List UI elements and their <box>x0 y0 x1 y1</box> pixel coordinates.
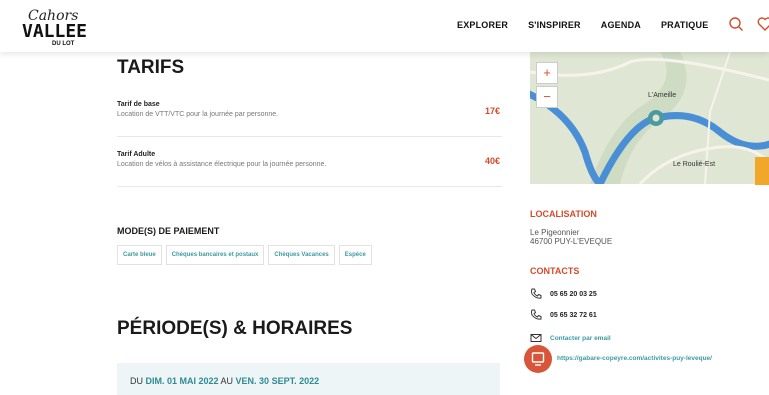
contact-email[interactable]: Contacter par email <box>530 332 611 344</box>
nav-pratique[interactable]: PRATIQUE <box>661 20 708 30</box>
tarif-row: Tarif de base Location de VTT/VTC pour l… <box>117 101 502 137</box>
period-text: DU DIM. 01 MAI 2022 AU VEN. 30 SEPT. 202… <box>130 376 319 386</box>
map-side-tab[interactable] <box>755 157 769 185</box>
payment-methods: Carte bleue Chèques bancaires et postaux… <box>117 245 376 265</box>
nav-sinspirer[interactable]: S'INSPIRER <box>528 20 581 30</box>
search-icon[interactable] <box>728 16 744 32</box>
tarif-desc: Location de vélos à assistance électriqu… <box>117 161 327 168</box>
address-line-2: 46700 PUY-L'EVEQUE <box>530 237 613 246</box>
monitor-icon <box>531 352 545 366</box>
nav-agenda[interactable]: AGENDA <box>601 20 641 30</box>
location-map[interactable]: L'Ameille Le Roulié-Est <box>530 52 769 184</box>
map-zoom-out-button[interactable]: − <box>536 86 558 108</box>
contact-phone-1[interactable]: 05 65 20 03 25 <box>530 288 597 300</box>
tarif-name: Tarif de base <box>117 101 160 108</box>
nav-explorer[interactable]: EXPLORER <box>457 20 508 30</box>
heart-icon[interactable] <box>757 16 769 32</box>
logo[interactable]: Cahors VALLEE DU LOT <box>22 8 102 48</box>
period-end-date: VEN. 30 SEPT. 2022 <box>235 376 320 386</box>
mail-icon <box>530 334 542 342</box>
payment-badge-cheques-bancaires: Chèques bancaires et postaux <box>165 245 265 265</box>
periods-title: PÉRIODE(S) & HORAIRES <box>117 318 353 339</box>
contact-phone-2[interactable]: 05 65 32 72 61 <box>530 309 597 321</box>
tarif-price: 40€ <box>484 156 500 166</box>
period-prefix: DU <box>130 376 146 386</box>
payment-badge-carte-bleue: Carte bleue <box>117 245 162 265</box>
tarif-price: 17€ <box>484 106 500 116</box>
phone-number[interactable]: 05 65 32 72 61 <box>550 312 597 319</box>
map-label-roulie-est: Le Roulié-Est <box>673 161 715 168</box>
map-marker-center <box>652 114 660 122</box>
address-line-1: Le Pigeonnier <box>530 228 580 237</box>
payment-title: MODE(S) DE PAIEMENT <box>117 226 220 236</box>
phone-number[interactable]: 05 65 20 03 25 <box>550 291 597 298</box>
map-label-lameille: L'Ameille <box>648 92 676 99</box>
email-link[interactable]: Contacter par email <box>550 335 611 342</box>
period-box: DU DIM. 01 MAI 2022 AU VEN. 30 SEPT. 202… <box>117 363 500 395</box>
payment-badge-cheques-vacances: Chèques Vacances <box>268 245 335 265</box>
tarifs-title: TARIFS <box>117 57 185 78</box>
payment-badge-espece: Espèce <box>338 245 372 265</box>
phone-icon <box>531 309 542 320</box>
logo-line-3: DU LOT <box>52 41 75 47</box>
logo-line-2: VALLEE <box>22 21 88 42</box>
tarif-desc: Location de VTT/VTC pour la journée par … <box>117 111 279 118</box>
phone-icon <box>531 288 542 299</box>
tarif-row: Tarif Adulte Location de vélos à assista… <box>117 151 502 187</box>
period-start-date: DIM. 01 MAI 2022 <box>145 376 219 386</box>
localisation-title: LOCALISATION <box>530 209 597 219</box>
website-button[interactable] <box>524 345 552 373</box>
website-link[interactable]: https://gabare-copeyre.com/activites-puy… <box>557 355 712 362</box>
tarif-name: Tarif Adulte <box>117 151 156 158</box>
site-header: Cahors VALLEE DU LOT EXPLORER S'INSPIRER… <box>0 0 769 52</box>
contacts-title: CONTACTS <box>530 266 580 276</box>
map-canvas: L'Ameille Le Roulié-Est <box>530 52 769 184</box>
period-middle: AU <box>218 376 236 386</box>
main-nav: EXPLORER S'INSPIRER AGENDA PRATIQUE <box>457 20 728 30</box>
map-zoom-in-button[interactable]: + <box>536 62 558 84</box>
